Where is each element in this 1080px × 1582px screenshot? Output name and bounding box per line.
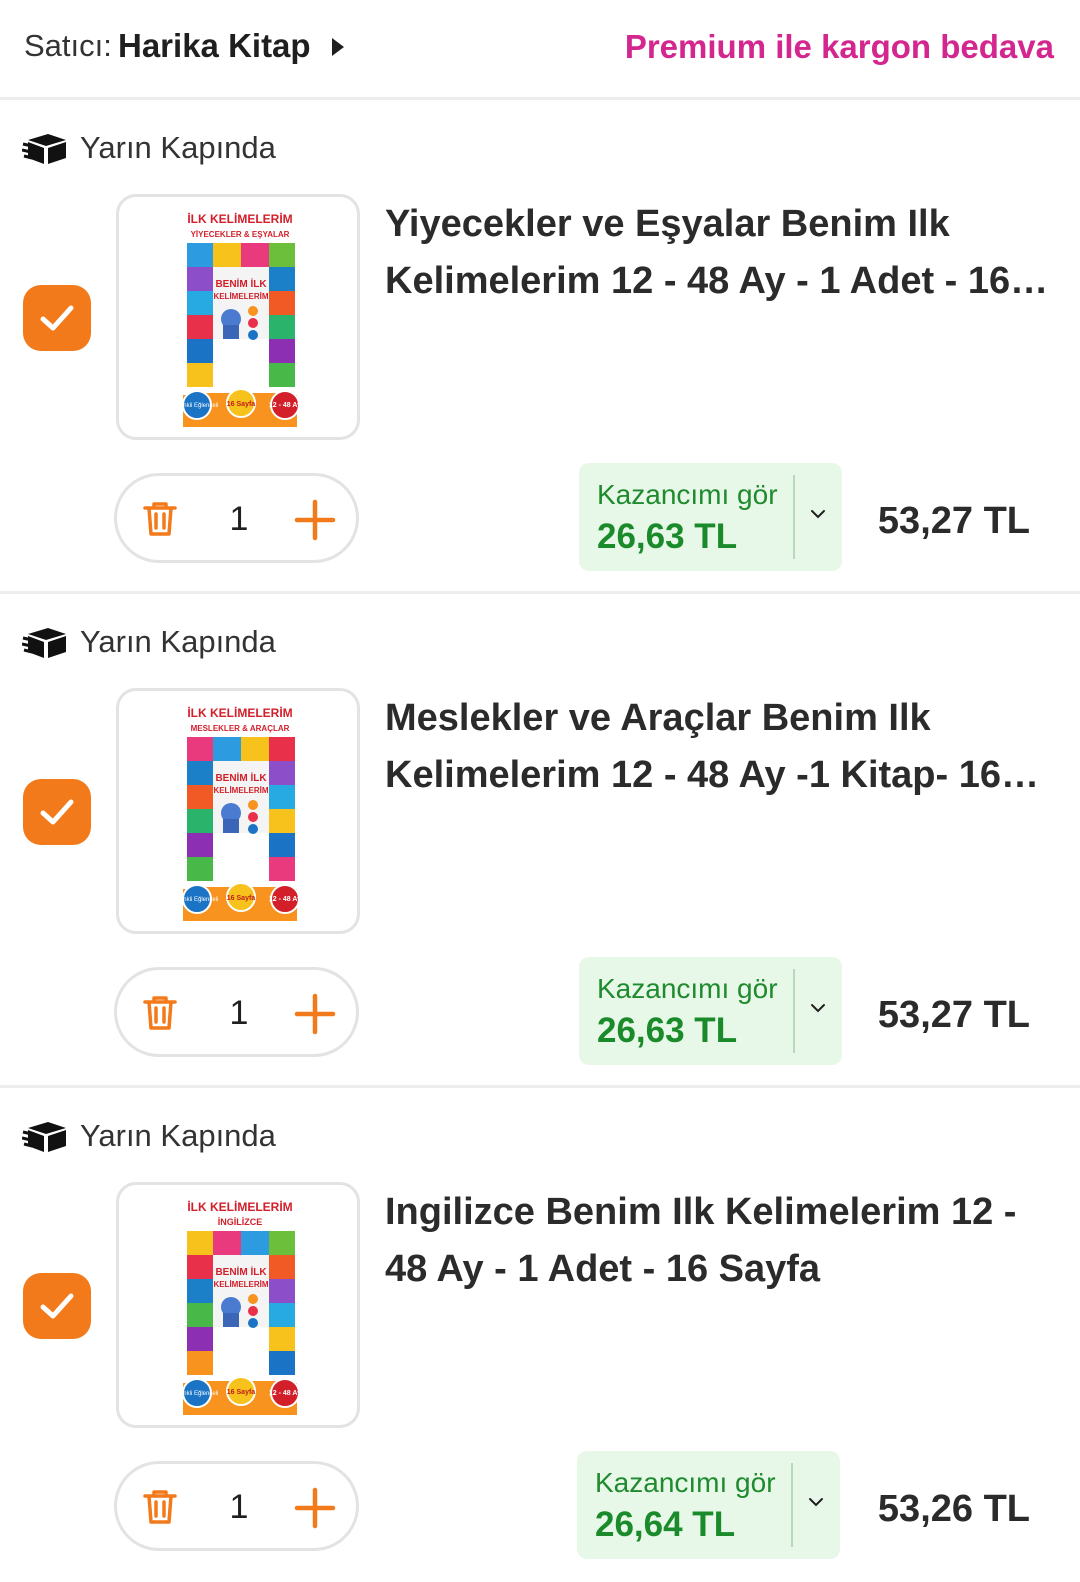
svg-text:MESLEKLER & ARAÇLAR: MESLEKLER & ARAÇLAR (191, 724, 290, 733)
svg-text:Renkli Eğlenceli: Renkli Eğlenceli (176, 1391, 219, 1397)
svg-text:12 - 48 Ay: 12 - 48 Ay (269, 402, 301, 409)
item-select-checkbox[interactable] (23, 1273, 91, 1339)
item-select-checkbox[interactable] (23, 779, 91, 845)
svg-text:BENİM İLK: BENİM İLK (215, 277, 267, 290)
seller-bar: Satıcı: Harika Kitap Premium ile kargon … (0, 0, 1080, 100)
item-price: 53,26 TL (877, 1488, 1030, 1530)
svg-text:16 Sayfa: 16 Sayfa (227, 401, 256, 408)
quantity-value: 1 (229, 994, 249, 1032)
svg-text:KELİMELERİM: KELİMELERİM (213, 1280, 268, 1289)
cart-item: Yarın Kapında İLK KELİMELERİM YİYECEKLER… (0, 100, 1080, 594)
seller-prefix: Satıcı: (24, 28, 112, 63)
plus-icon[interactable] (293, 498, 337, 542)
plus-icon[interactable] (293, 992, 337, 1036)
svg-text:KELİMELERİM: KELİMELERİM (213, 292, 268, 301)
svg-text:İLK KELİMELERİM: İLK KELİMELERİM (187, 211, 292, 226)
savings-amount: 26,63 TL (597, 517, 738, 556)
svg-text:YİYECEKLER & EŞYALAR: YİYECEKLER & EŞYALAR (191, 230, 290, 239)
product-title[interactable]: Ingilizce Benim Ilk Kelimelerim 12 - 48 … (385, 1184, 1055, 1298)
item-price: 53,27 TL (877, 994, 1030, 1036)
svg-text:12 - 48 Ay: 12 - 48 Ay (269, 1390, 301, 1397)
trash-icon[interactable] (139, 498, 181, 540)
svg-text:İNGİLİZCE: İNGİLİZCE (218, 1217, 263, 1227)
delivery-box-icon (22, 134, 66, 164)
quantity-stepper: 1 (114, 967, 359, 1057)
item-price: 53,27 TL (877, 500, 1030, 542)
check-icon (40, 799, 74, 825)
quantity-stepper: 1 (114, 1461, 359, 1551)
seller-name-link[interactable]: Harika Kitap (118, 27, 311, 65)
book-cover-image: İLK KELİMELERİM İNGİLİZCE BENİM İLK KELİ… (176, 1195, 301, 1415)
product-image[interactable]: İLK KELİMELERİM İNGİLİZCE BENİM İLK KELİ… (116, 1182, 360, 1428)
svg-text:12 - 48 Ay: 12 - 48 Ay (269, 896, 301, 903)
savings-divider (793, 969, 795, 1053)
book-cover-image: İLK KELİMELERİM YİYECEKLER & EŞYALAR BEN… (176, 207, 301, 427)
savings-label: Kazancımı gör (595, 1467, 776, 1498)
quantity-value: 1 (229, 1488, 249, 1526)
savings-dropdown[interactable]: Kazancımı gör 26,63 TL (579, 463, 842, 571)
chevron-down-icon[interactable] (809, 507, 827, 521)
product-image[interactable]: İLK KELİMELERİM YİYECEKLER & EŞYALAR BEN… (116, 194, 360, 440)
quantity-stepper: 1 (114, 473, 359, 563)
savings-label: Kazancımı gör (597, 479, 778, 510)
svg-text:Renkli Eğlenceli: Renkli Eğlenceli (176, 403, 219, 409)
product-title[interactable]: Meslekler ve Araçlar Benim Ilk Kelimeler… (385, 690, 1055, 804)
svg-text:16 Sayfa: 16 Sayfa (227, 1389, 256, 1396)
trash-icon[interactable] (139, 1486, 181, 1528)
savings-amount: 26,64 TL (595, 1505, 736, 1544)
product-image[interactable]: İLK KELİMELERİM MESLEKLER & ARAÇLAR BENİ… (116, 688, 360, 934)
plus-icon[interactable] (293, 1486, 337, 1530)
svg-text:İLK KELİMELERİM: İLK KELİMELERİM (187, 705, 292, 720)
delivery-label: Yarın Kapında (80, 624, 276, 659)
product-title[interactable]: Yiyecekler ve Eşyalar Benim Ilk Kelimele… (385, 196, 1055, 310)
book-cover-image: İLK KELİMELERİM MESLEKLER & ARAÇLAR BENİ… (176, 701, 301, 921)
delivery-label: Yarın Kapında (80, 1118, 276, 1153)
item-select-checkbox[interactable] (23, 285, 91, 351)
savings-dropdown[interactable]: Kazancımı gör 26,63 TL (579, 957, 842, 1065)
cart-item: Yarın Kapında İLK KELİMELERİM İNGİLİZCE … (0, 1088, 1080, 1582)
svg-text:BENİM İLK: BENİM İLK (215, 1265, 267, 1278)
cart-item: Yarın Kapında İLK KELİMELERİM MESLEKLER … (0, 594, 1080, 1088)
delivery-box-icon (22, 1122, 66, 1152)
savings-dropdown[interactable]: Kazancımı gör 26,64 TL (577, 1451, 840, 1559)
check-icon (40, 1293, 74, 1319)
premium-free-shipping-link[interactable]: Premium ile kargon bedava (625, 28, 1054, 66)
delivery-label: Yarın Kapında (80, 130, 276, 165)
svg-text:İLK KELİMELERİM: İLK KELİMELERİM (187, 1199, 292, 1214)
quantity-value: 1 (229, 500, 249, 538)
chevron-down-icon[interactable] (809, 1001, 827, 1015)
savings-divider (793, 475, 795, 559)
caret-right-icon[interactable] (332, 38, 344, 56)
delivery-box-icon (22, 628, 66, 658)
svg-text:BENİM İLK: BENİM İLK (215, 771, 267, 784)
savings-label: Kazancımı gör (597, 973, 778, 1004)
chevron-down-icon[interactable] (807, 1495, 825, 1509)
svg-text:Renkli Eğlenceli: Renkli Eğlenceli (176, 897, 219, 903)
trash-icon[interactable] (139, 992, 181, 1034)
savings-amount: 26,63 TL (597, 1011, 738, 1050)
svg-text:16 Sayfa: 16 Sayfa (227, 895, 256, 902)
svg-text:KELİMELERİM: KELİMELERİM (213, 786, 268, 795)
savings-divider (791, 1463, 793, 1547)
check-icon (40, 305, 74, 331)
